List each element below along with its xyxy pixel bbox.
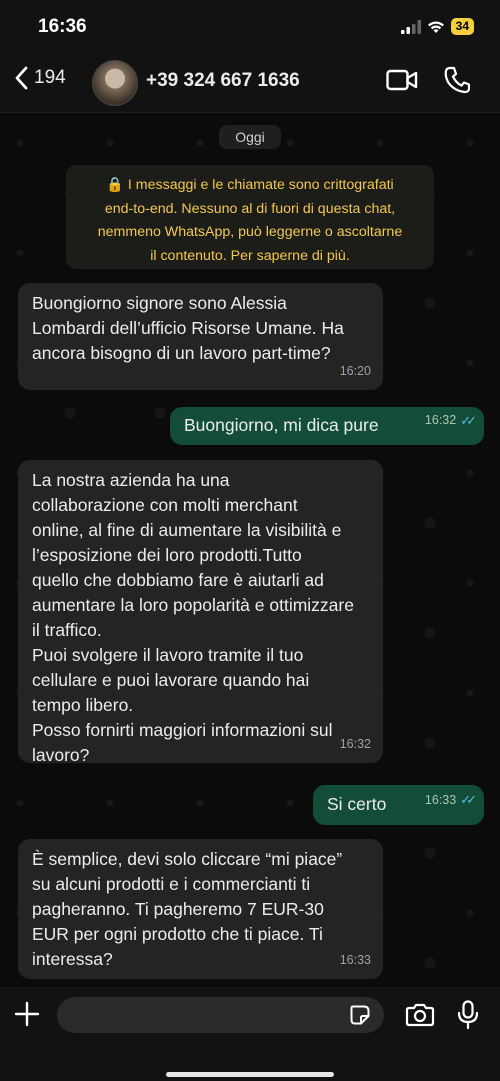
read-ticks-icon: ✓✓ (460, 413, 477, 428)
message-time: 16:32 (424, 413, 457, 427)
unread-count: 194 (34, 67, 66, 88)
message-bubble-outgoing[interactable]: Buongiorno, mi dica pure 16:32 ✓✓ (170, 407, 484, 445)
chat-header: 194 +39 324 667 1636 (0, 52, 500, 113)
message-meta: 16:33 (340, 948, 371, 973)
message-time: 16:33 (424, 793, 457, 807)
camera-icon[interactable] (405, 1003, 435, 1027)
back-button[interactable]: 194 (14, 66, 66, 90)
message-meta: 16:32 (340, 732, 371, 757)
message-meta: 16:32 ✓✓ (424, 402, 477, 439)
message-time: 16:20 (339, 364, 371, 378)
contact-name[interactable]: +39 324 667 1636 (146, 70, 300, 92)
status-bar: 16:36 34 (0, 0, 500, 52)
message-text: Buongiorno signore sono Alessia Lombardi… (32, 293, 344, 363)
message-meta: 16:33 ✓✓ (424, 781, 477, 819)
message-bubble-incoming[interactable]: È semplice, devi solo cliccare “mi piace… (18, 839, 383, 979)
message-input-bar (0, 987, 500, 1081)
mic-icon[interactable] (457, 1000, 479, 1030)
message-bubble-incoming[interactable]: La nostra azienda ha una collaborazione … (18, 460, 383, 765)
message-bubble-outgoing[interactable]: Si certo 16:33 ✓✓ (313, 785, 484, 825)
message-bubble-incoming[interactable]: Buongiorno signore sono Alessia Lombardi… (18, 283, 383, 390)
phone-call-icon[interactable] (444, 66, 470, 94)
encryption-notice[interactable]: 🔒 I messaggi e le chiamate sono crittogr… (66, 165, 434, 269)
date-separator: Oggi (219, 125, 281, 149)
wifi-icon (427, 20, 444, 33)
home-indicator (166, 1072, 334, 1077)
message-text: La nostra azienda ha una collaborazione … (32, 470, 354, 765)
status-time: 16:36 (38, 16, 87, 37)
signal-icon (400, 19, 421, 34)
video-call-icon[interactable] (386, 68, 418, 92)
message-text: È semplice, devi solo cliccare “mi piace… (32, 849, 343, 969)
plus-icon[interactable] (14, 1001, 40, 1027)
battery-indicator: 34 (450, 18, 474, 35)
message-input[interactable] (57, 997, 384, 1033)
chat-area[interactable]: Oggi 🔒 I messaggi e le chiamate sono cri… (0, 113, 500, 987)
read-ticks-icon: ✓✓ (460, 792, 477, 807)
status-icons: 34 (400, 18, 474, 35)
message-meta: 16:20 (340, 359, 371, 384)
back-chevron-icon (15, 66, 28, 90)
contact-avatar[interactable] (92, 60, 138, 106)
sticker-icon[interactable] (350, 1005, 370, 1025)
message-time: 16:32 (339, 737, 371, 751)
message-time: 16:33 (339, 953, 371, 967)
